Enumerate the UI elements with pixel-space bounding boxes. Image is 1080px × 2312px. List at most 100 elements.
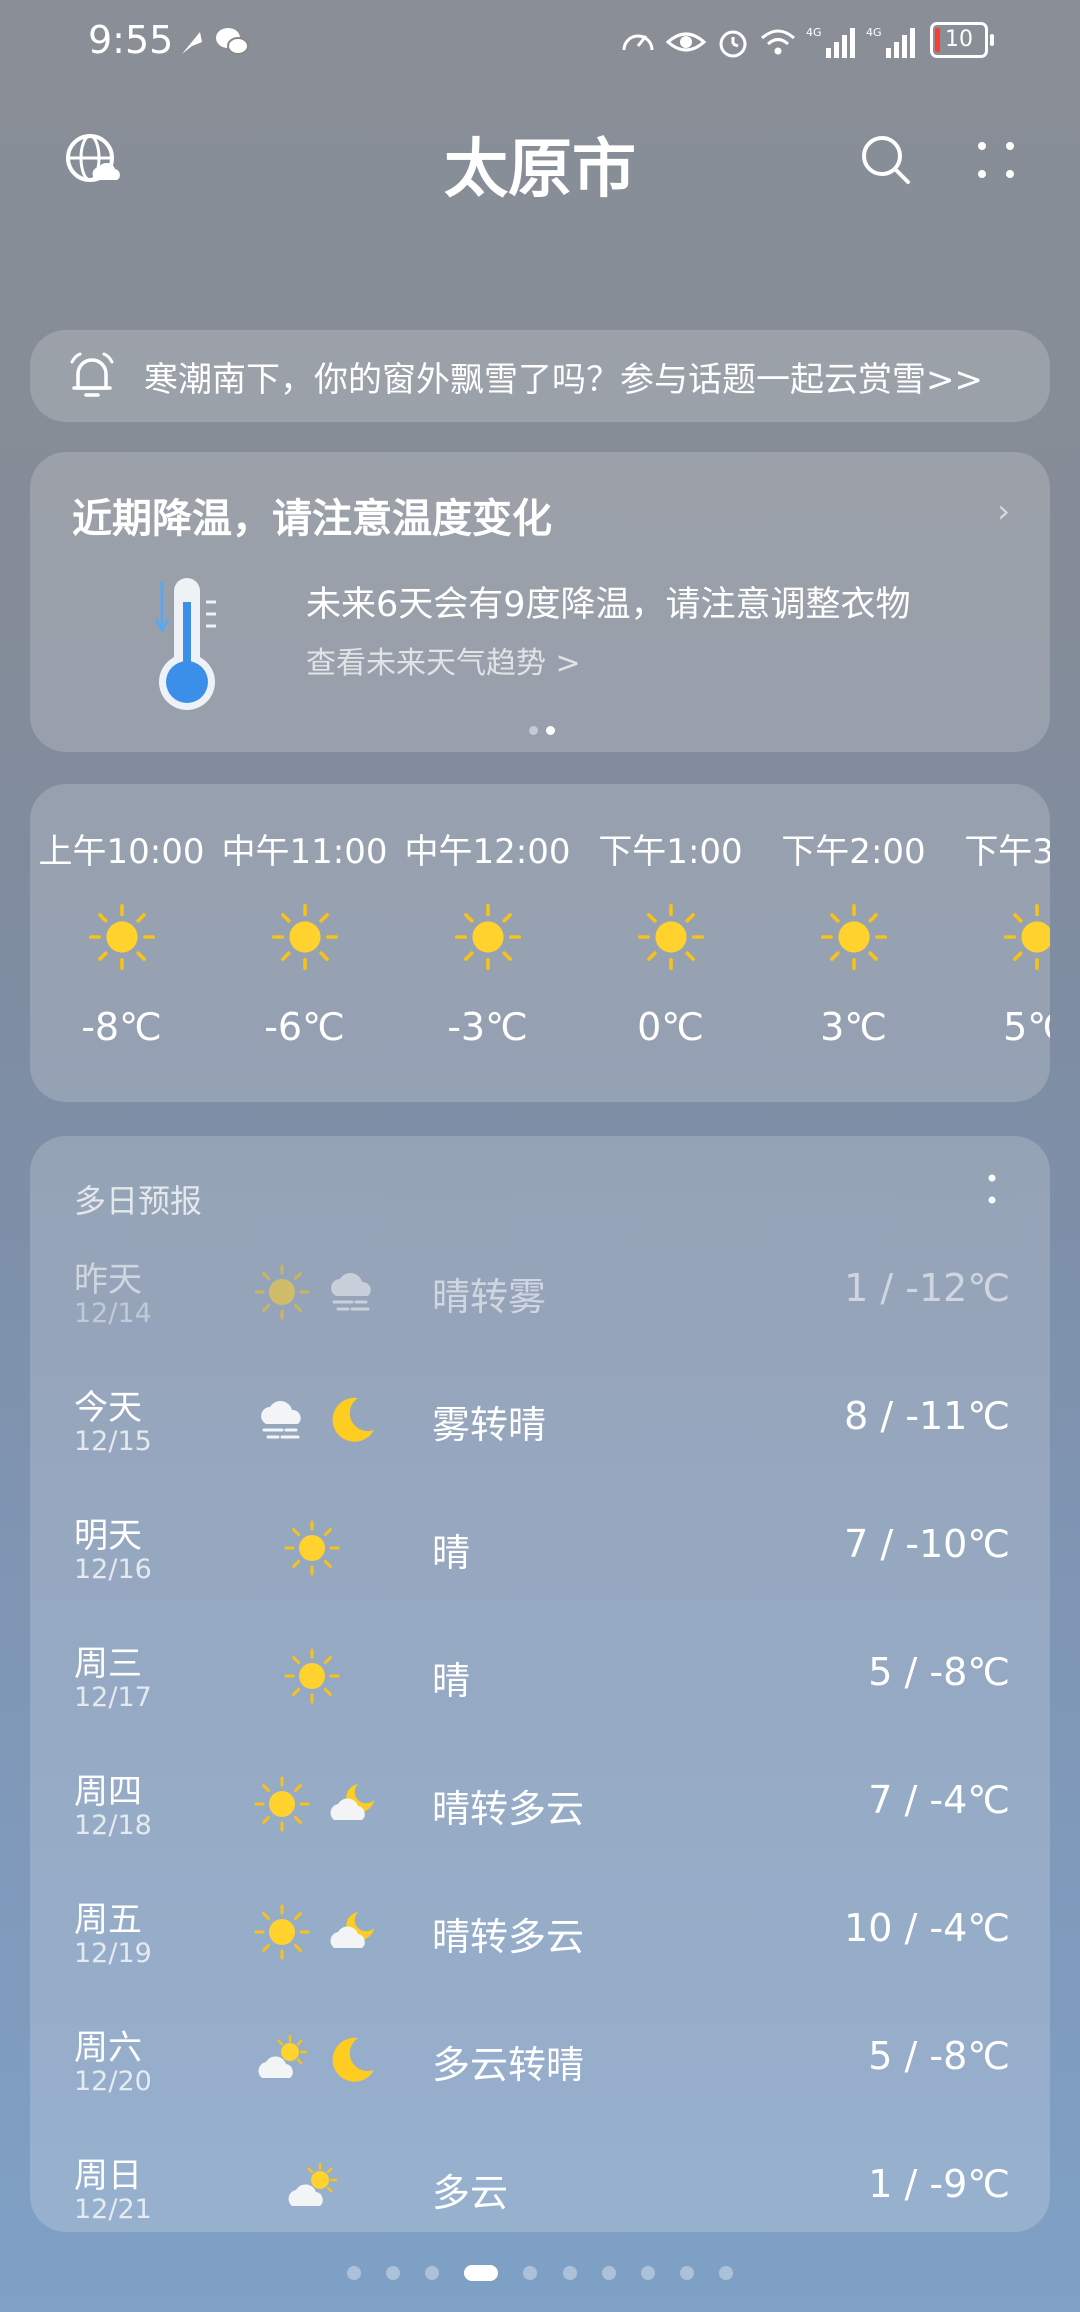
search-icon[interactable] xyxy=(850,124,922,196)
day-date: 12/17 xyxy=(74,1682,152,1713)
moon-cloud-icon xyxy=(322,1774,382,1834)
page-dot[interactable] xyxy=(640,2265,655,2280)
day-condition: 晴 xyxy=(432,1659,471,1703)
hour-temp: -6℃ xyxy=(264,1005,345,1049)
day-label: 明天 xyxy=(74,1516,142,1556)
day-condition: 多云转晴 xyxy=(432,2043,585,2087)
page-dot[interactable] xyxy=(386,2265,401,2280)
daily-row[interactable]: 周五 12/19 晴转多云 10 / -4℃ xyxy=(30,1888,1050,2016)
day-temp-range: 1 / -9℃ xyxy=(868,2162,1010,2206)
app-header: 太原市 xyxy=(0,110,1080,210)
hourly-item: 下午3:00 5℃ xyxy=(945,824,1050,1049)
day-date: 12/21 xyxy=(74,2194,152,2225)
svg-text:4G: 4G xyxy=(806,26,822,39)
moon-icon xyxy=(322,1390,382,1450)
page-dot[interactable] xyxy=(562,2265,577,2280)
sun-cloud-icon xyxy=(282,2158,342,2218)
day-date: 12/18 xyxy=(74,1810,152,1841)
daily-row[interactable]: 周日 12/21 多云 1 / -9℃ xyxy=(30,2144,1050,2232)
multi-day-forecast-card[interactable]: 多日预报 昨天 12/14 晴转雾 1 / -12℃ 今天 12/15 雾转晴 … xyxy=(30,1136,1050,2232)
more-menu-icon[interactable] xyxy=(960,124,1032,196)
banner-text: 寒潮南下，你的窗外飘雪了吗？参与话题一起云赏雪>> xyxy=(144,360,983,400)
bell-icon xyxy=(70,352,114,397)
hour-time: 上午10:00 xyxy=(38,832,205,872)
daily-row[interactable]: 今天 12/15 雾转晴 8 / -11℃ xyxy=(30,1376,1050,1504)
city-page-indicator xyxy=(0,2262,1080,2281)
svg-text:4G: 4G xyxy=(866,26,882,39)
wifi-icon xyxy=(761,29,795,55)
signal-4g-icon: 4G xyxy=(806,26,855,58)
daily-row[interactable]: 明天 12/16 晴 7 / -10℃ xyxy=(30,1504,1050,1632)
page-dot[interactable] xyxy=(601,2265,616,2280)
day-condition: 晴转多云 xyxy=(432,1915,585,1959)
hour-temp: 3℃ xyxy=(820,1005,887,1049)
speed-icon xyxy=(622,34,654,51)
signal-4g-icon-2: 4G xyxy=(866,26,915,58)
alert-title: 近期降温，请注意温度变化 xyxy=(72,496,552,542)
daily-row[interactable]: 周六 12/20 多云转晴 5 / -8℃ xyxy=(30,2016,1050,2144)
day-date: 12/15 xyxy=(74,1426,152,1457)
sun-icon xyxy=(818,901,890,973)
moon-icon xyxy=(322,2030,382,2090)
status-time: 9:55 xyxy=(88,18,174,62)
temperature-alert-card[interactable]: 近期降温，请注意温度变化 › 未来6天会有9度降温，请注意调整衣物 查看未来天气… xyxy=(30,452,1050,752)
day-condition: 晴 xyxy=(432,1531,471,1575)
chevron-right-icon[interactable]: › xyxy=(997,492,1010,530)
page-dot[interactable] xyxy=(347,2265,362,2280)
daily-row[interactable]: 周三 12/17 晴 5 / -8℃ xyxy=(30,1632,1050,1760)
sun-icon xyxy=(252,1902,312,1962)
day-temp-range: 7 / -4℃ xyxy=(868,1778,1010,1822)
day-temp-range: 5 / -8℃ xyxy=(868,2034,1010,2078)
page-dot[interactable] xyxy=(425,2265,440,2280)
sun-icon xyxy=(269,901,341,973)
alarm-icon xyxy=(719,30,747,58)
sun-icon xyxy=(282,1646,342,1706)
day-date: 12/19 xyxy=(74,1938,152,1969)
day-temp-range: 8 / -11℃ xyxy=(844,1394,1010,1438)
page-dot[interactable] xyxy=(679,2265,694,2280)
fog-icon xyxy=(322,1262,382,1322)
day-label: 今天 xyxy=(74,1388,142,1428)
topic-banner[interactable]: 寒潮南下，你的窗外飘雪了吗？参与话题一起云赏雪>> xyxy=(30,330,1050,422)
day-date: 12/14 xyxy=(74,1298,152,1329)
feather-notification-icon xyxy=(182,32,202,54)
sun-cloud-icon xyxy=(252,2030,312,2090)
hour-temp: -8℃ xyxy=(81,1005,162,1049)
hour-temp: 5℃ xyxy=(1003,1005,1050,1049)
hour-time: 下午2:00 xyxy=(781,832,926,872)
eye-icon xyxy=(666,32,706,52)
day-condition: 雾转晴 xyxy=(432,1403,547,1447)
sun-icon xyxy=(282,1518,342,1578)
hourly-item: 中午12:00 -3℃ xyxy=(396,824,579,1049)
alert-message: 未来6天会有9度降温，请注意调整衣物 xyxy=(306,585,911,625)
battery-icon: 10 xyxy=(930,22,994,58)
hour-time: 中午12:00 xyxy=(404,832,571,872)
more-vertical-icon[interactable] xyxy=(986,1172,998,1208)
sun-icon xyxy=(86,901,158,973)
page-dot[interactable] xyxy=(523,2265,538,2280)
sun-icon xyxy=(1001,901,1051,973)
day-condition: 晴转雾 xyxy=(432,1275,547,1319)
hour-time: 下午1:00 xyxy=(598,832,743,872)
hourly-item: 下午1:00 0℃ xyxy=(579,824,762,1049)
hourly-forecast-card[interactable]: 上午10:00 -8℃ 中午11:00 -6℃ 中午12:00 -3℃ 下午1:… xyxy=(30,784,1050,1102)
day-temp-range: 7 / -10℃ xyxy=(844,1522,1010,1566)
battery-level: 10 xyxy=(945,27,973,52)
daily-row[interactable]: 周四 12/18 晴转多云 7 / -4℃ xyxy=(30,1760,1050,1888)
fog-icon xyxy=(252,1390,312,1450)
day-temp-range: 1 / -12℃ xyxy=(844,1266,1010,1310)
day-label: 周五 xyxy=(74,1900,142,1940)
day-label: 周日 xyxy=(74,2156,142,2196)
sun-icon xyxy=(452,901,524,973)
daily-row[interactable]: 昨天 12/14 晴转雾 1 / -12℃ xyxy=(30,1248,1050,1376)
day-label: 周三 xyxy=(74,1644,142,1684)
day-date: 12/16 xyxy=(74,1554,152,1585)
day-temp-range: 5 / -8℃ xyxy=(868,1650,1010,1694)
page-dot-active[interactable] xyxy=(464,2264,499,2281)
day-temp-range: 10 / -4℃ xyxy=(844,1906,1010,1950)
page-dot[interactable] xyxy=(718,2265,733,2280)
forecast-trend-link[interactable]: 查看未来天气趋势 > xyxy=(306,638,581,682)
hourly-item: 上午10:00 -8℃ xyxy=(30,824,213,1049)
day-condition: 晴转多云 xyxy=(432,1787,585,1831)
day-label: 周六 xyxy=(74,2028,142,2068)
